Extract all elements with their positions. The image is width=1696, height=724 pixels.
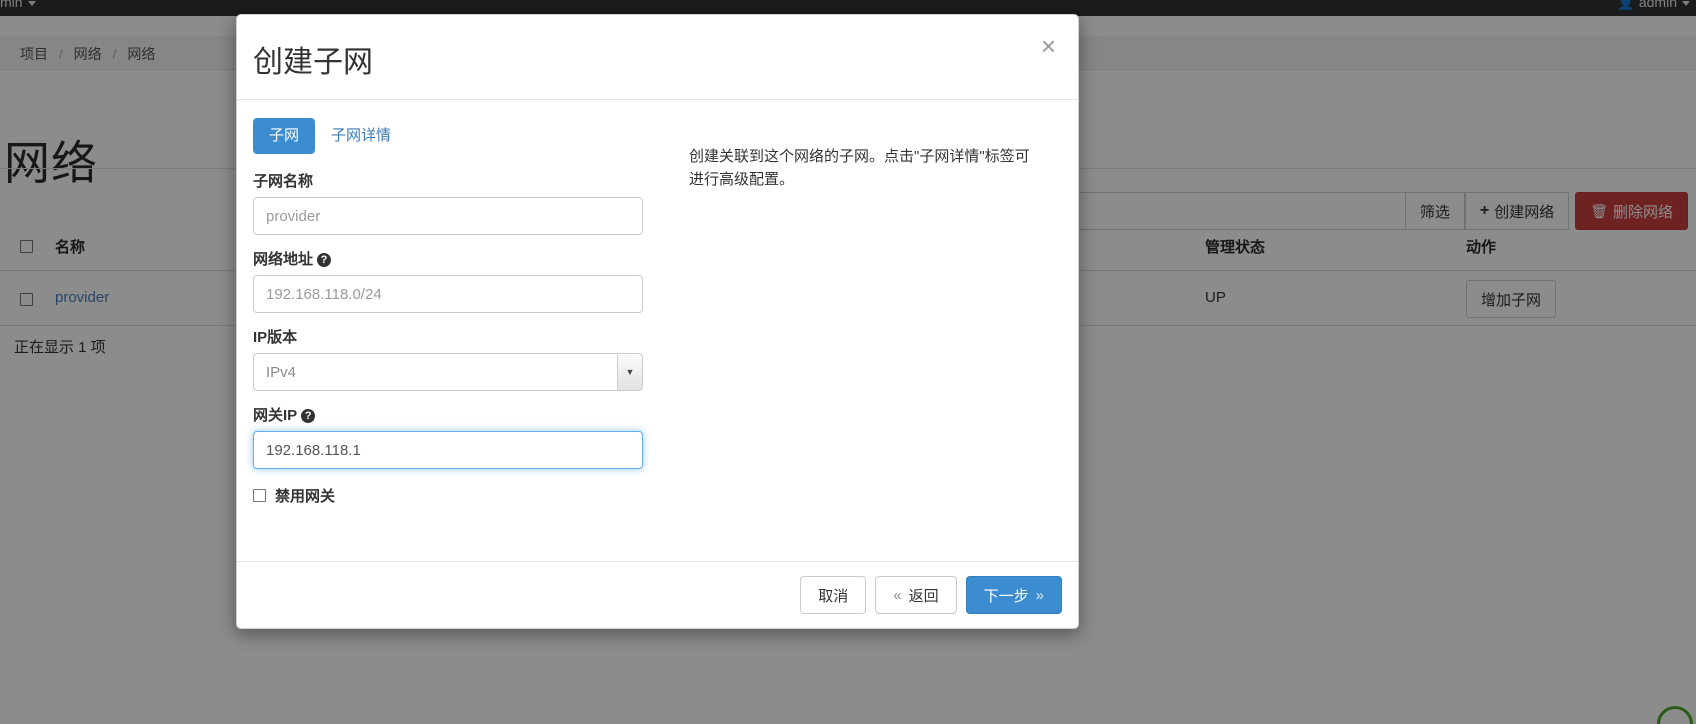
- cancel-button[interactable]: 取消: [800, 576, 867, 614]
- next-button[interactable]: 下一步 »: [965, 576, 1062, 614]
- modal-tabs: 子网 子网详情: [253, 116, 673, 154]
- label-network-address: 网络地址?: [253, 248, 673, 269]
- field-subnet-name: 子网名称: [253, 170, 673, 235]
- question-mark-icon[interactable]: ?: [317, 253, 332, 267]
- field-ip-version: IP版本 IPv4 ▼: [253, 326, 673, 391]
- label-gateway-ip: 网关IP?: [253, 404, 673, 425]
- field-gateway-ip: 网关IP?: [253, 404, 673, 469]
- chevron-down-icon[interactable]: ▼: [617, 354, 642, 390]
- field-network-address: 网络地址?: [253, 248, 673, 313]
- question-mark-icon[interactable]: ?: [301, 409, 316, 423]
- label-network-address-text: 网络地址: [253, 251, 314, 268]
- create-subnet-modal: 创建子网 × 子网 子网详情 子网名称 网络地址? IP版本: [236, 14, 1079, 629]
- label-ip-version: IP版本: [253, 329, 298, 346]
- tab-subnet-details[interactable]: 子网详情: [315, 118, 407, 154]
- subnet-name-input[interactable]: [253, 197, 643, 235]
- back-button[interactable]: « 返回: [875, 576, 957, 614]
- gateway-ip-input[interactable]: [253, 431, 643, 469]
- chevron-right-icon: »: [1035, 586, 1044, 604]
- modal-form-column: 子网 子网详情 子网名称 网络地址? IP版本 IPv4 ▼: [253, 116, 673, 561]
- checkbox-unchecked-icon[interactable]: [253, 489, 266, 502]
- back-button-label: 返回: [908, 587, 939, 605]
- tab-subnet[interactable]: 子网: [253, 118, 316, 154]
- modal-help-column: 创建关联到这个网络的子网。点击"子网详情"标签可进行高级配置。: [673, 116, 1062, 561]
- disable-gateway-label: 禁用网关: [275, 488, 336, 505]
- chevron-left-icon: «: [893, 586, 902, 604]
- network-address-input[interactable]: [253, 275, 643, 313]
- close-icon[interactable]: ×: [1035, 31, 1062, 61]
- page-root: min 👤 admin 项目 / 网络 / 网络 网络 筛选 + 创建网络 🗑 删除网…: [0, 0, 1696, 724]
- modal-title: 创建子网: [253, 46, 373, 79]
- label-gateway-ip-text: 网关IP: [253, 407, 298, 424]
- modal-header: 创建子网 ×: [237, 15, 1078, 100]
- next-button-label: 下一步: [983, 587, 1029, 605]
- ip-version-select[interactable]: IPv4: [253, 353, 643, 391]
- disable-gateway-checkbox-row[interactable]: 禁用网关: [253, 485, 673, 506]
- modal-help-text: 创建关联到这个网络的子网。点击"子网详情"标签可进行高级配置。: [689, 148, 1030, 189]
- ip-version-select-wrapper: IPv4 ▼: [253, 353, 643, 391]
- modal-body: 子网 子网详情 子网名称 网络地址? IP版本 IPv4 ▼: [237, 100, 1078, 561]
- label-subnet-name: 子网名称: [253, 173, 314, 190]
- modal-footer: 取消 « 返回 下一步 »: [237, 561, 1078, 628]
- ip-version-selected-value: IPv4: [266, 363, 297, 381]
